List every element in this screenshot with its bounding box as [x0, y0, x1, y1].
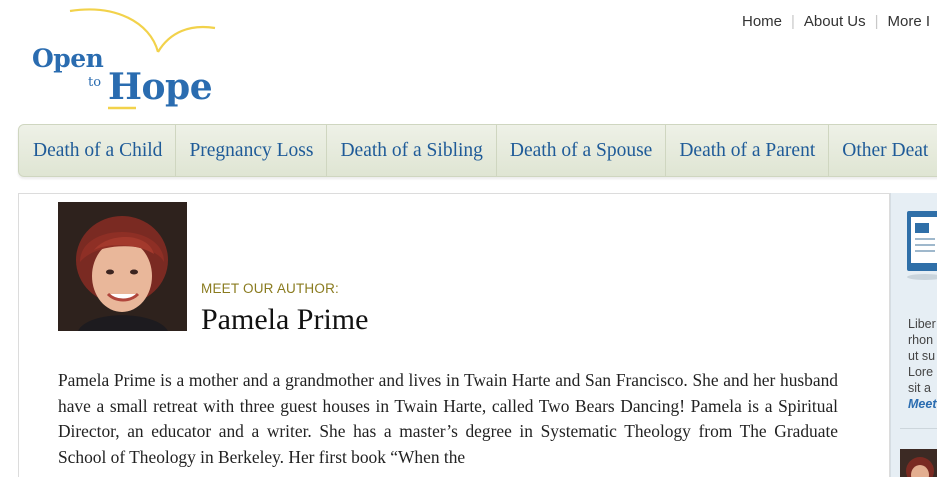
- category-death-of-a-parent[interactable]: Death of a Parent: [666, 125, 830, 176]
- top-nav: Home | About Us | More I: [742, 13, 930, 30]
- site-logo[interactable]: Open to Hope: [30, 4, 220, 112]
- category-death-of-a-child[interactable]: Death of a Child: [19, 125, 177, 176]
- top-nav-home[interactable]: Home: [742, 13, 782, 30]
- category-death-of-a-spouse[interactable]: Death of a Spouse: [497, 125, 667, 176]
- top-nav-about-us[interactable]: About Us: [804, 13, 866, 30]
- sidebar-line: rhon: [908, 333, 934, 347]
- sidebar-line: Liber: [908, 317, 936, 331]
- logo-word-to: to: [88, 75, 102, 90]
- category-pregnancy-loss[interactable]: Pregnancy Loss: [176, 125, 328, 176]
- sidebar-blurb: Liber rhon ut su Lore sit a Meet: [908, 316, 937, 412]
- newsletter-icon: [907, 211, 937, 280]
- sidebar-line: Lore: [908, 365, 934, 379]
- author-avatar: [58, 202, 187, 331]
- category-death-of-a-sibling[interactable]: Death of a Sibling: [327, 125, 497, 176]
- author-bio: Pamela Prime is a mother and a grandmoth…: [58, 370, 838, 467]
- category-other-death[interactable]: Other Deat: [829, 125, 937, 176]
- category-nav: Death of a Child Pregnancy Loss Death of…: [18, 124, 937, 177]
- meet-our-author-label: MEET OUR AUTHOR:: [201, 281, 339, 296]
- sidebar-divider: [900, 428, 937, 429]
- sidebar-line: ut su: [908, 349, 936, 363]
- top-nav-more[interactable]: More I: [888, 13, 931, 30]
- nav-separator: |: [791, 13, 795, 30]
- sidebar-line: sit a: [908, 381, 931, 395]
- author-name: Pamela Prime: [201, 303, 369, 336]
- sidebar-more-link[interactable]: Meet: [908, 396, 937, 412]
- nav-separator: |: [874, 13, 879, 30]
- sidebar-author-thumbnail[interactable]: [900, 449, 937, 477]
- logo-word-hope: Hope: [108, 66, 213, 108]
- logo-word-open: Open: [32, 44, 104, 73]
